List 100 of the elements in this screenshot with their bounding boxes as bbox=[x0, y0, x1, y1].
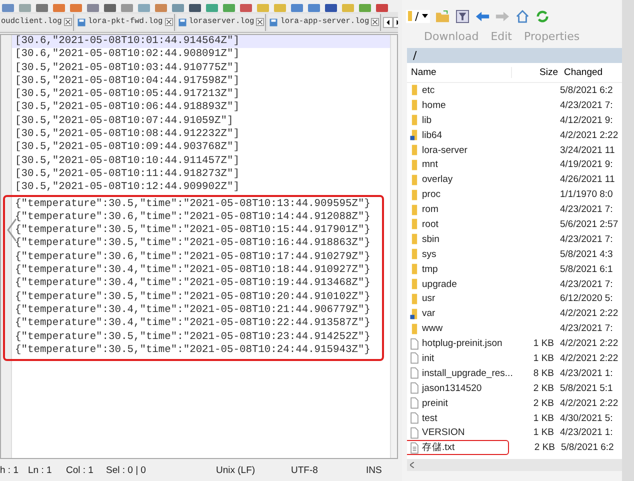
file-size: 2 KB bbox=[533, 382, 554, 394]
code-line: [30.5,"2021-05-08T10:11:44.918273Z"] bbox=[14, 168, 240, 182]
toolbar-icon[interactable] bbox=[155, 4, 167, 12]
file-name[interactable]: test bbox=[422, 412, 438, 424]
file-date: 1/1/1970 8:0 bbox=[560, 189, 613, 200]
file-name[interactable]: etc bbox=[422, 84, 435, 96]
column-header[interactable]: Name bbox=[407, 67, 512, 78]
horizontal-scrollbar[interactable] bbox=[407, 459, 622, 471]
file-name[interactable]: home bbox=[422, 100, 446, 111]
close-icon[interactable] bbox=[256, 18, 264, 26]
status-text: h : 1 bbox=[0, 464, 20, 476]
toolbar-icon[interactable] bbox=[274, 4, 286, 12]
toolbar-icon[interactable] bbox=[240, 4, 252, 12]
toolbar-icon[interactable] bbox=[223, 4, 235, 12]
toolbar-icon[interactable] bbox=[121, 4, 133, 12]
file-date: 4/23/2021 1: bbox=[560, 427, 613, 438]
toolbar-icon[interactable] bbox=[189, 4, 201, 12]
code-line: [30.5,"2021-05-08T10:08:44.912232Z"] bbox=[14, 128, 240, 142]
file-name[interactable]: lora-server bbox=[422, 144, 468, 156]
file-name[interactable]: init bbox=[422, 352, 434, 364]
toolbar-icon[interactable] bbox=[257, 4, 269, 12]
folder-icon bbox=[410, 99, 419, 112]
tab-scroll-arrows-icon[interactable] bbox=[383, 16, 398, 28]
file-icon bbox=[410, 338, 419, 350]
file-name[interactable]: hotplug-preinit.json bbox=[422, 338, 502, 350]
file-name[interactable]: sys bbox=[422, 248, 436, 260]
code-line: [30.5,"2021-05-08T10:07:44.91059Z"] bbox=[14, 114, 234, 128]
code-line: [30.5,"2021-05-08T10:03:44.910775Z"] bbox=[14, 62, 240, 75]
code-line: [30.5,"2021-05-08T10:12:44.909902Z"] bbox=[14, 181, 240, 195]
file-size: 1 KB bbox=[533, 412, 554, 424]
file-name[interactable]: overlay bbox=[422, 174, 453, 186]
toolbar-icon[interactable] bbox=[376, 4, 388, 12]
file-icon bbox=[410, 352, 419, 364]
toolbar-icon[interactable] bbox=[104, 4, 116, 12]
file-name[interactable]: proc bbox=[422, 189, 440, 200]
file-name[interactable]: tmp bbox=[422, 264, 438, 275]
file-name[interactable]: jason1314520 bbox=[422, 382, 482, 394]
toolbar-icon[interactable] bbox=[172, 4, 184, 12]
file-name[interactable]: upgrade bbox=[422, 278, 457, 290]
toolbar-icon[interactable] bbox=[2, 4, 14, 12]
file-icon bbox=[76, 18, 86, 26]
folder-icon bbox=[410, 233, 419, 246]
toolbar-icon[interactable] bbox=[206, 4, 218, 12]
forward-arrow-icon[interactable] bbox=[494, 10, 510, 22]
file-name[interactable]: root bbox=[422, 218, 438, 230]
vertical-scrollbar[interactable] bbox=[390, 35, 397, 458]
toolbar-icon[interactable] bbox=[138, 4, 150, 12]
home-icon[interactable] bbox=[514, 10, 530, 22]
file-date: 4/23/2021 7: bbox=[560, 100, 613, 111]
path-dropdown[interactable]: / bbox=[406, 10, 430, 22]
column-header[interactable]: Size bbox=[512, 67, 561, 78]
file-name[interactable]: install_upgrade_res... bbox=[422, 368, 513, 379]
filter-icon[interactable] bbox=[454, 10, 470, 22]
file-icon bbox=[410, 367, 419, 380]
folder-icon[interactable] bbox=[434, 10, 450, 22]
toolbar-icon[interactable] bbox=[359, 4, 371, 12]
code-line: {"temperature":30.6,"time":"2021-05-08T10:14:44.912088Z"} bbox=[14, 210, 372, 224]
file-date: 4/26/2021 11 bbox=[560, 174, 615, 186]
file-name[interactable]: 存儲.txt bbox=[422, 441, 455, 454]
close-icon[interactable] bbox=[64, 18, 72, 26]
file-icon bbox=[178, 18, 187, 26]
code-line: [30.6,"2021-05-08T10:02:44.908091Z"] bbox=[14, 48, 240, 62]
file-name[interactable]: sbin bbox=[422, 234, 440, 245]
file-name[interactable]: usr bbox=[422, 293, 436, 304]
code-line: [30.5,"2021-05-08T10:05:44.917213Z"] bbox=[14, 88, 240, 102]
column-header[interactable]: Changed bbox=[561, 67, 603, 78]
scroll-left-icon[interactable] bbox=[410, 462, 414, 468]
status-text: Ln : 1 bbox=[28, 464, 53, 476]
file-name[interactable]: VERSION bbox=[422, 427, 465, 438]
file-name[interactable]: mnt bbox=[422, 159, 438, 170]
caret-icon bbox=[422, 14, 428, 18]
toolbar-icon[interactable] bbox=[291, 4, 303, 12]
file-date: 5/8/2021 4:3 bbox=[560, 248, 613, 260]
file-name[interactable]: var bbox=[422, 308, 436, 320]
toolbar-icon[interactable] bbox=[19, 4, 31, 12]
back-arrow-icon[interactable] bbox=[474, 10, 490, 22]
file-name[interactable]: preinit bbox=[422, 398, 448, 409]
toolbar-icon[interactable] bbox=[325, 4, 337, 12]
folder-icon bbox=[410, 174, 419, 186]
close-icon[interactable] bbox=[371, 18, 380, 26]
file-icon bbox=[410, 426, 419, 439]
chevron-left-icon[interactable] bbox=[7, 218, 17, 242]
file-date: 5/6/2021 2:57 bbox=[560, 218, 618, 230]
toolbar-icon[interactable] bbox=[36, 4, 48, 12]
folder-icon bbox=[410, 114, 419, 126]
toolbar-icon[interactable] bbox=[70, 4, 82, 12]
close-icon[interactable] bbox=[164, 18, 173, 26]
file-name[interactable]: www bbox=[422, 323, 443, 334]
refresh-icon[interactable] bbox=[534, 10, 550, 22]
toolbar-icon[interactable] bbox=[87, 4, 99, 12]
file-name[interactable]: lib bbox=[422, 114, 432, 126]
file-size: 2 KB bbox=[533, 398, 554, 409]
toolbar-icon[interactable] bbox=[53, 4, 65, 12]
toolbar-icon[interactable] bbox=[342, 4, 354, 12]
file-name[interactable]: rom bbox=[422, 204, 438, 216]
file-name[interactable]: lib64 bbox=[422, 130, 442, 141]
toolbar-icon[interactable] bbox=[308, 4, 320, 12]
folder-icon bbox=[410, 218, 419, 230]
file-date: 4/30/2021 5: bbox=[560, 412, 613, 424]
file-size: 8 KB bbox=[533, 368, 554, 379]
